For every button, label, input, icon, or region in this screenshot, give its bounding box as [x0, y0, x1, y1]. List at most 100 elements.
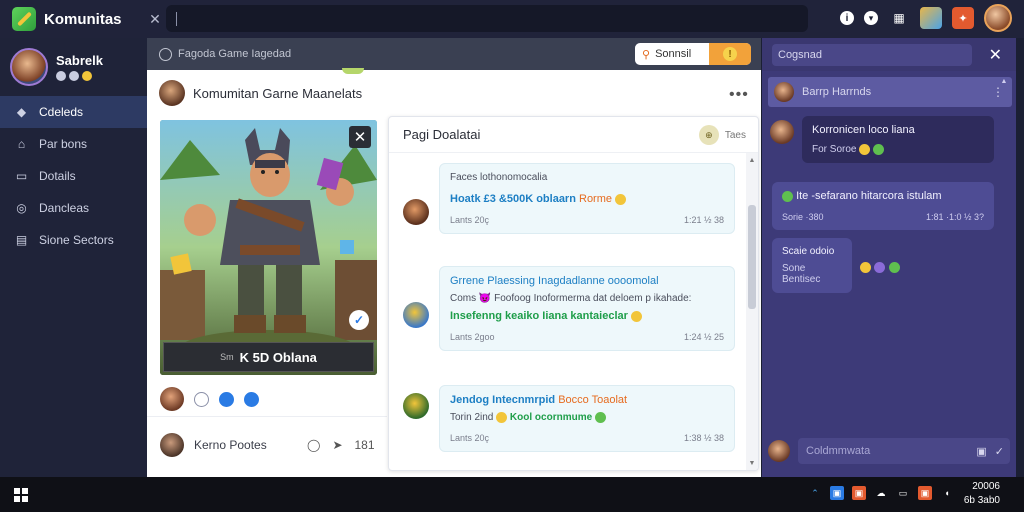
wave-icon[interactable]: ⌃	[808, 486, 822, 500]
display-icon[interactable]: ▭	[896, 486, 910, 500]
sidebar-item-par-bons[interactable]: ⌂ Par bons	[0, 128, 147, 160]
sidebar-item-cdeleds[interactable]: ◆ Cdeleds	[0, 96, 147, 128]
chat-bubble: Korronicen loco liana For Soroe	[802, 116, 994, 164]
user-avatar[interactable]	[984, 4, 1012, 32]
chat-meta-left: Sorie ·380	[782, 212, 824, 222]
check-emoji-icon	[594, 412, 606, 423]
attach-icon[interactable]: ▣	[976, 445, 986, 458]
scroll-up-arrow[interactable]: ▲	[748, 157, 756, 164]
reactor-avatar[interactable]	[160, 387, 184, 411]
scrollbar-thumb[interactable]	[748, 205, 756, 309]
comment-icon[interactable]: ◯	[307, 438, 320, 452]
share-icon[interactable]	[244, 391, 259, 407]
network-icon[interactable]: ▣	[830, 486, 844, 500]
search-chip-field[interactable]: ⚲ Sonnsil	[635, 48, 709, 61]
shield-icon[interactable]: ▾	[864, 11, 878, 25]
main-top-bar: Fagoda Game Iagedad ⚲ Sonnsil !	[147, 38, 761, 70]
profile-card[interactable]: Sabrelk	[0, 38, 147, 96]
commenter-avatar[interactable]	[160, 433, 184, 457]
message-meta-left: Lants 2goo	[450, 332, 495, 342]
cloud-icon[interactable]: ☁	[874, 486, 888, 500]
react-circle-icon[interactable]	[194, 391, 209, 407]
chat-message-title: Korronicen loco liana	[812, 124, 915, 136]
chat-scrollbar[interactable]: ▲ ▼	[1000, 78, 1008, 463]
list-item[interactable]: Faces lothonomocalia Hoatk £3 &500K obla…	[403, 163, 735, 234]
volume-icon[interactable]: ◖	[940, 486, 954, 500]
taskbar-clock[interactable]: 20006 6b 3ab0	[964, 480, 1000, 508]
message-bubble: Faces lothonomocalia Hoatk £3 &500K obla…	[439, 163, 735, 234]
scroll-up-arrow[interactable]: ▲	[1000, 78, 1008, 85]
chat-input-placeholder: Coldmmwata	[806, 445, 871, 457]
text-caret	[176, 11, 177, 26]
chat-message-title-text: Ite -sefarano hitarcora istulam	[796, 190, 942, 202]
message-avatar[interactable]	[403, 393, 429, 419]
reaction-bar	[160, 387, 259, 411]
alert-button[interactable]: !	[709, 43, 751, 65]
komunitas-logo-icon	[12, 7, 36, 31]
notification-icon[interactable]: ▣	[918, 486, 932, 500]
address-search-bar[interactable]	[166, 5, 808, 32]
chat-compose: Coldmmwata ▣ ✓	[768, 436, 1010, 466]
message-link-text: Hoatk £3 &500K oblaarn	[450, 193, 576, 205]
game-character-icon[interactable]	[920, 7, 942, 29]
lightning-badge-icon	[82, 71, 92, 81]
store-icon[interactable]: ▦	[888, 7, 910, 29]
windows-start-icon[interactable]	[14, 487, 28, 502]
list-item[interactable]: Jendog Intecnmrpid Bocco Toaolat Torin 2…	[403, 385, 735, 453]
grid-icon: ▤	[15, 233, 28, 247]
chat-close-button[interactable]: ✕	[989, 45, 1002, 65]
top-icon-group: i ▾ ▦ ✦	[840, 4, 1012, 32]
game-card-caption: Sm K 5D Oblana	[163, 342, 374, 372]
chat-avatar[interactable]	[770, 120, 794, 144]
scroll-down-arrow[interactable]: ▼	[748, 460, 756, 467]
decorative-tab	[342, 68, 364, 74]
info-icon[interactable]: i	[840, 11, 854, 25]
sidebar-item-dancleas[interactable]: ◎ Dancleas	[0, 192, 147, 224]
message-meta: Lants 20ç 1:38 ½ 38	[450, 433, 724, 443]
sidebar-item-dotails[interactable]: ▭ Dotails	[0, 160, 147, 192]
sidebar-item-label: Par bons	[39, 137, 88, 151]
close-card-button[interactable]: ✕	[349, 126, 371, 148]
message-link-text[interactable]: Grrene Plaessing Inagdadlanne oooomolal	[450, 275, 724, 287]
clock-time: 20006	[972, 481, 1000, 492]
chat-avatar[interactable]	[768, 440, 790, 462]
message-link-green[interactable]: Kool ocornmume	[510, 412, 592, 423]
profile-avatar[interactable]	[10, 48, 48, 86]
sidebar-item-sione-sectors[interactable]: ▤ Sione Sectors	[0, 224, 147, 256]
message-body-text: Torin 2ind	[450, 412, 494, 424]
chat-message-sub: Sone Bentisec	[782, 263, 821, 285]
post-menu-button[interactable]: •••	[729, 86, 749, 104]
chat-avatar[interactable]	[774, 82, 794, 102]
message-avatar[interactable]	[403, 199, 429, 225]
send-icon[interactable]: ✓	[995, 445, 1004, 458]
messenger-icon[interactable]	[219, 391, 234, 407]
message-link[interactable]: Jendog Intecnmrpid Bocco Toaolat	[450, 394, 724, 406]
chat-message[interactable]: Ite -sefarano hitarcora istulam Sorie ·3…	[772, 182, 994, 230]
profile-badges	[56, 71, 103, 81]
message-link[interactable]: Hoatk £3 &500K oblaarn Rorme	[450, 193, 724, 205]
app-tray-icon[interactable]: ▣	[852, 486, 866, 500]
chat-message[interactable]: Korronicen loco liana For Soroe	[770, 116, 994, 164]
page-detail-panel: Pagi Doalatai ⊕ Taes ▲ ▼ Faces lothonomo…	[388, 116, 759, 471]
app-logo[interactable]: Komunitas	[0, 7, 140, 31]
message-link-extra: Bocco Toaolat	[558, 394, 628, 406]
message-meta-right: 1:24 ½ 25	[683, 332, 724, 342]
chat-meta-right: 1:81 ·1:0 ½ 3?	[925, 212, 984, 222]
post-author-avatar[interactable]	[159, 80, 185, 106]
badge-icon	[69, 71, 79, 81]
sidebar-item-label: Dotails	[39, 169, 76, 183]
message-avatar[interactable]	[403, 302, 429, 328]
search-chip[interactable]: ⚲ Sonnsil !	[635, 43, 751, 65]
chat-search-input[interactable]: Cogsnad	[772, 43, 972, 66]
list-item[interactable]: Grrene Plaessing Inagdadlanne oooomolal …	[403, 266, 735, 351]
chat-message[interactable]: Scaie odoio Sone Bentisec	[772, 238, 900, 293]
chat-message-input[interactable]: Coldmmwata ▣ ✓	[798, 438, 1010, 464]
game-card[interactable]: ✕ ✓ Sm K 5D Oblana	[160, 120, 377, 375]
chat-pinned-item[interactable]: Barrp Harrnds ⋮	[768, 77, 1012, 107]
game-icon[interactable]: ✦	[952, 7, 974, 29]
message-meta-left: Lants 20ç	[450, 433, 490, 444]
share-arrow-icon[interactable]: ➤	[332, 438, 342, 452]
message-link[interactable]: Insefenng keaiko Iiana kantaieclar	[450, 310, 724, 322]
page-detail-action[interactable]: ⊕ Taes	[698, 125, 746, 145]
scrollbar[interactable]: ▲ ▼	[746, 153, 758, 470]
